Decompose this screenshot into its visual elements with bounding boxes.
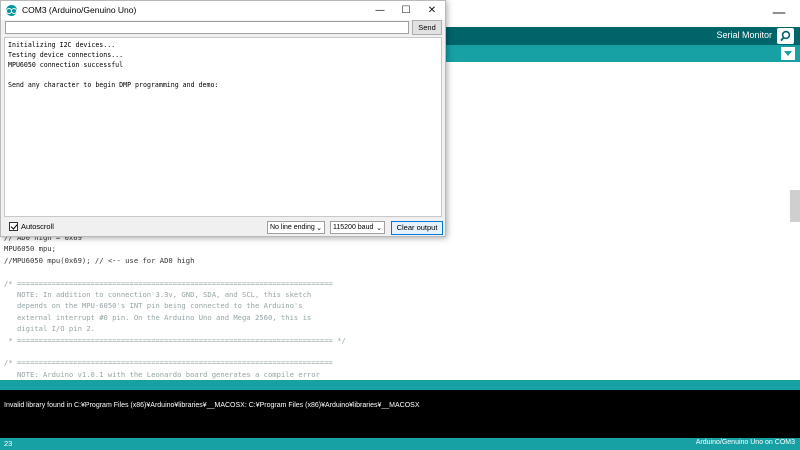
serial-input-field[interactable] bbox=[5, 21, 409, 34]
editor-scrollbar-thumb[interactable] bbox=[790, 190, 800, 222]
clear-output-button[interactable]: Clear output bbox=[391, 221, 443, 235]
serial-monitor-titlebar[interactable]: COM3 (Arduino/Genuino Uno) — ☐ ✕ bbox=[1, 1, 445, 20]
tab-menu-dropdown-icon[interactable] bbox=[781, 47, 795, 60]
serial-output-area[interactable]: Initializing I2C devices... Testing devi… bbox=[4, 37, 442, 217]
code-line: external interrupt #0 pin. On the Arduin… bbox=[4, 312, 312, 322]
close-button[interactable]: ✕ bbox=[419, 1, 445, 20]
code-line: /* =====================================… bbox=[4, 278, 333, 288]
line-ending-select[interactable]: No line ending ⌄ bbox=[267, 221, 325, 234]
chevron-down-icon: ⌄ bbox=[376, 224, 382, 232]
code-line: digital I/O pin 2. bbox=[4, 324, 95, 334]
status-board-port: Arduino/Genuino Uno on COM3 bbox=[695, 439, 795, 446]
minimize-button[interactable]: — bbox=[367, 1, 393, 20]
output-line: MPU6050 connection successful bbox=[8, 61, 124, 69]
code-line: NOTE: In addition to connection 3.3v, GN… bbox=[4, 289, 312, 299]
code-line: depends on the MPU-6050's INT pin being … bbox=[4, 301, 303, 311]
line-ending-value: No line ending bbox=[270, 224, 315, 231]
code-lines: // AD0 high = 0x69 MPU6050 mpu;//MPU6050 … bbox=[0, 232, 790, 391]
window-title: COM3 (Arduino/Genuino Uno) bbox=[22, 5, 137, 15]
send-button[interactable]: Send bbox=[412, 20, 442, 35]
editor-console-divider[interactable] bbox=[0, 380, 800, 390]
code-line: /* =====================================… bbox=[4, 358, 333, 368]
arduino-logo-icon bbox=[6, 5, 17, 16]
code-line: //MPU6050 mpu(0x69); // <-- use for AD0 … bbox=[4, 255, 195, 265]
code-line: * ======================================… bbox=[4, 335, 346, 345]
code-line: MPU6050 mpu; bbox=[4, 244, 56, 254]
console-message: Invalid library found in C:¥Program File… bbox=[4, 402, 420, 409]
baud-rate-value: 115200 baud bbox=[333, 224, 374, 231]
magnifier-icon bbox=[780, 30, 791, 42]
output-line: Send any character to begin DMP programm… bbox=[8, 81, 219, 89]
autoscroll-checkbox[interactable] bbox=[9, 222, 18, 231]
output-line: Testing device connections... bbox=[8, 51, 124, 59]
code-line: NOTE: Arduino v1.0.1 with the Leonardo b… bbox=[4, 369, 320, 379]
autoscroll-label: Autoscroll bbox=[21, 222, 54, 231]
console-output: Invalid library found in C:¥Program File… bbox=[0, 390, 800, 438]
maximize-button[interactable]: ☐ bbox=[393, 1, 419, 20]
serial-monitor-window: COM3 (Arduino/Genuino Uno) — ☐ ✕ Send In… bbox=[0, 0, 446, 237]
status-bar: 23 Arduino/Genuino Uno on COM3 bbox=[0, 438, 800, 450]
output-line: Initializing I2C devices... bbox=[8, 41, 116, 49]
status-line-number: 23 bbox=[4, 439, 13, 448]
serial-monitor-footer: Autoscroll No line ending ⌄ 115200 baud … bbox=[1, 218, 445, 236]
chevron-down-icon: ⌄ bbox=[316, 224, 322, 232]
ide-minimize-button[interactable]: — bbox=[758, 0, 800, 27]
serial-monitor-label: Serial Monitor bbox=[716, 30, 772, 40]
serial-monitor-button[interactable] bbox=[777, 28, 794, 44]
baud-rate-select[interactable]: 115200 baud ⌄ bbox=[330, 221, 385, 234]
